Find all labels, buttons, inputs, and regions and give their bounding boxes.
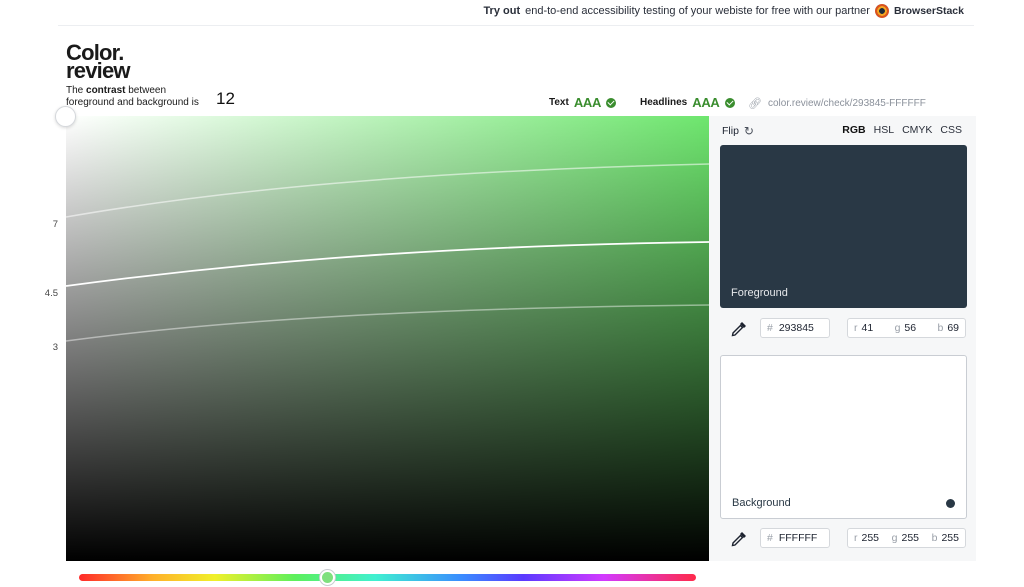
scale-label-7: 7 [52, 219, 58, 230]
contrast-summary: The contrast between foreground and back… [66, 85, 235, 109]
background-inputs: # FFFFFF r 255 g 255 b 255 [720, 528, 967, 550]
foreground-g[interactable]: g 56 [895, 322, 917, 334]
foreground-hex-input[interactable]: # 293845 [760, 318, 830, 338]
eyedropper-icon[interactable] [730, 320, 748, 338]
contrast-curve-7 [66, 163, 709, 218]
contrast-curve-3 [66, 304, 709, 342]
contrast-curve-4-5 [66, 241, 709, 287]
hue-slider[interactable] [79, 574, 696, 581]
eyedropper-icon[interactable] [730, 530, 748, 548]
refresh-icon: ↻ [743, 124, 754, 138]
background-g[interactable]: g 255 [892, 532, 919, 544]
contrast-line-2: foreground and background is [66, 97, 199, 108]
contrast-bold: contrast [86, 85, 126, 96]
tab-css[interactable]: CSS [940, 124, 962, 136]
partner-name: BrowserStack [893, 5, 964, 17]
tab-rgb[interactable]: RGB [842, 124, 865, 136]
tab-hsl[interactable]: HSL [874, 124, 894, 136]
permalink-url: color.review/check/293845-FFFFFF [767, 98, 926, 109]
text-rating-value: AAA [573, 95, 602, 110]
background-hex-value: FFFFFF [778, 532, 818, 544]
hue-slider-handle[interactable] [320, 570, 335, 585]
headlines-rating-value: AAA [692, 95, 720, 110]
text-rating: Text AAA [549, 95, 617, 110]
headlines-rating-label: Headlines [640, 97, 688, 108]
picker-handle[interactable] [55, 106, 76, 127]
foreground-inputs: # 293845 r 41 g 56 b 69 [720, 318, 967, 340]
contrast-ratio: 12 [216, 89, 235, 108]
foreground-label: Foreground [731, 287, 788, 299]
check-circle-icon [606, 97, 617, 108]
background-swatch[interactable]: Background [720, 355, 967, 519]
foreground-hex-value: 293845 [778, 322, 814, 334]
check-circle-icon [724, 97, 735, 108]
background-hex-input[interactable]: # FFFFFF [760, 528, 830, 548]
logo-line-2: review [66, 58, 130, 83]
browserstack-logo-icon [874, 4, 889, 18]
hash-symbol: # [767, 322, 773, 334]
foreground-indicator-dot [946, 499, 955, 508]
permalink[interactable]: 🔗︎ color.review/check/293845-FFFFFF [748, 97, 926, 110]
contrast-line-1: The contrast between [66, 85, 199, 97]
promo-text[interactable]: Try out end-to-end accessibility testing… [483, 4, 964, 18]
flip-button[interactable]: Flip ↻ [722, 124, 754, 138]
scale-label-4-5: 4.5 [44, 288, 58, 299]
foreground-swatch[interactable]: Foreground [720, 145, 967, 308]
background-r[interactable]: r 255 [854, 532, 879, 544]
promo-message: end-to-end accessibility testing of your… [525, 5, 870, 17]
foreground-rgb-input[interactable]: r 41 g 56 b 69 [847, 318, 966, 338]
hash-symbol: # [767, 532, 773, 544]
color-picker-area[interactable] [66, 116, 709, 561]
top-promo-bar: Try out end-to-end accessibility testing… [58, 0, 974, 26]
contrast-prefix: The [66, 85, 84, 96]
headlines-rating: Headlines AAA [640, 95, 735, 110]
color-mode-tabs: RGB HSL CMYK CSS [842, 124, 962, 136]
foreground-b[interactable]: b 69 [937, 322, 959, 334]
flip-label: Flip [722, 125, 739, 137]
promo-lead: Try out [483, 5, 521, 17]
text-rating-label: Text [549, 97, 569, 108]
link-icon: 🔗︎ [748, 98, 762, 110]
contrast-curves [66, 163, 709, 342]
contrast-suffix: between [128, 85, 167, 96]
site-logo[interactable]: Color. review [66, 42, 130, 83]
scale-label-3: 3 [52, 342, 58, 353]
tab-cmyk[interactable]: CMYK [902, 124, 932, 136]
background-rgb-input[interactable]: r 255 g 255 b 255 [847, 528, 966, 548]
foreground-r[interactable]: r 41 [854, 322, 873, 334]
background-label: Background [732, 497, 791, 509]
background-b[interactable]: b 255 [932, 532, 959, 544]
